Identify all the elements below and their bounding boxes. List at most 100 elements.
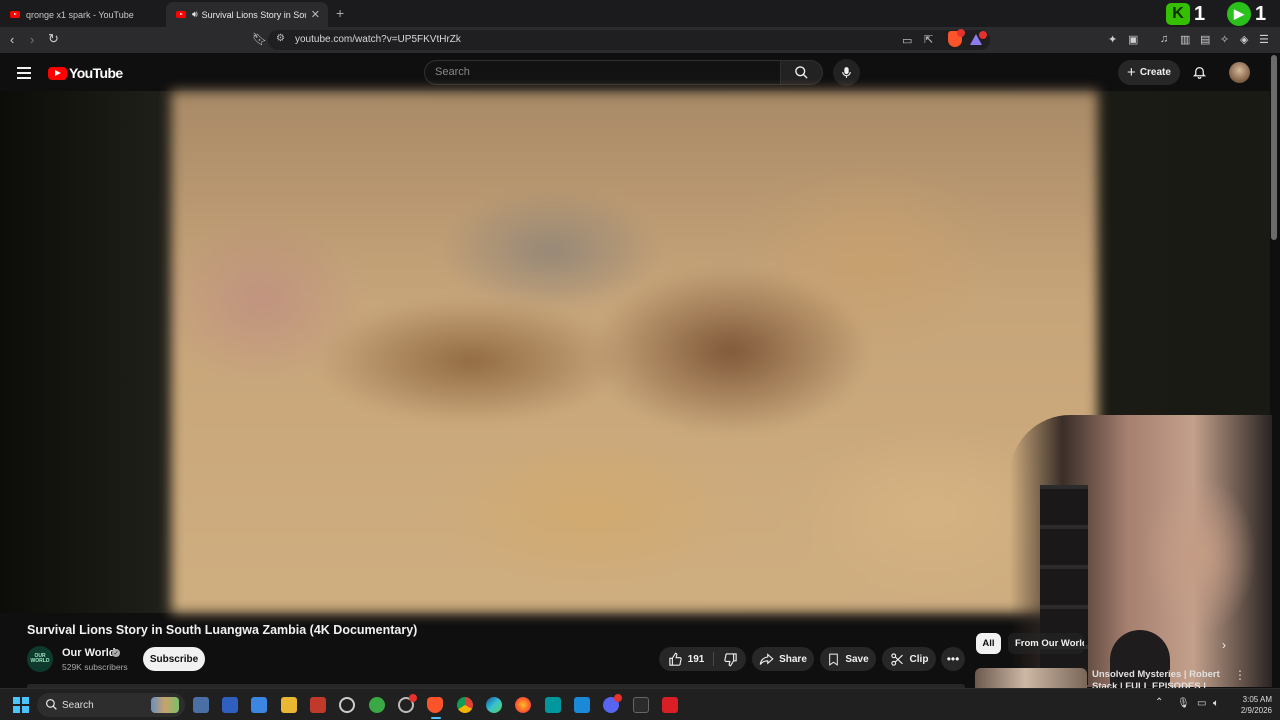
more-actions-button[interactable]: ••• — [941, 647, 965, 671]
close-tab-icon[interactable]: ✕ — [311, 8, 320, 21]
chip-all[interactable]: All — [976, 633, 1001, 654]
chip-from-channel[interactable]: From Our World — [1008, 633, 1084, 654]
menu-icon[interactable]: ☰ — [1259, 33, 1269, 46]
extension-counter-2[interactable]: ▶ 1 — [1227, 2, 1267, 26]
like-dislike-group: 191 — [659, 647, 746, 671]
forward-icon[interactable]: › — [30, 32, 34, 47]
edge-icon[interactable] — [486, 697, 502, 713]
extension-counter-1[interactable]: K 1 — [1166, 3, 1205, 25]
account-avatar[interactable] — [1229, 62, 1250, 83]
taskbar-clock[interactable]: 3:05 AM 2/9/2026 — [1232, 694, 1272, 716]
file-explorer-icon[interactable] — [281, 697, 297, 713]
brave-browser-icon[interactable] — [427, 697, 443, 713]
scissors-icon — [890, 652, 903, 666]
extension-count: 1 — [1255, 2, 1267, 25]
vpn-icon[interactable]: ◈ — [1240, 33, 1248, 46]
extensions-icon[interactable]: ✦ — [1108, 33, 1117, 46]
tab-title: qronge x1 spark - YouTube — [26, 9, 134, 20]
taskbar-search-label: Search — [62, 699, 94, 711]
windows-taskbar: Search ⌃ 🎙︎ ▭ 🔈︎ 3:05 AM 2/9/2026 — [0, 688, 1280, 720]
back-icon[interactable]: ‹ — [10, 32, 14, 47]
notification-badge — [409, 694, 417, 702]
bolt-app-icon[interactable] — [662, 697, 678, 713]
play-extension-icon: ▶ — [1227, 2, 1251, 26]
microphone-icon — [842, 67, 851, 78]
search-button[interactable] — [781, 60, 823, 85]
volume-icon[interactable]: 🔈︎ — [1213, 698, 1219, 709]
leo-ai-icon[interactable]: ✧ — [1220, 33, 1229, 46]
url-text[interactable]: youtube.com/watch?v=UP5FKVtHrZk — [295, 34, 461, 45]
notification-badge — [979, 31, 987, 39]
guide-menu-icon[interactable] — [17, 67, 31, 82]
share-page-icon[interactable]: ⇱ — [924, 33, 933, 46]
cast-icon[interactable]: ▭ — [902, 34, 912, 47]
voice-search-button[interactable] — [833, 59, 860, 86]
r-app-icon[interactable] — [251, 697, 267, 713]
address-bar[interactable]: 🔖︎ ⚙ youtube.com/watch?v=UP5FKVtHrZk ▭ ⇱ — [252, 30, 990, 50]
video-title: Survival Lions Story in South Luangwa Za… — [27, 623, 418, 637]
microphone-tray-icon[interactable]: 🎙︎ — [1177, 698, 1190, 709]
ghost-app-icon[interactable] — [633, 697, 649, 713]
security-app-icon[interactable] — [222, 697, 238, 713]
channel-avatar[interactable]: OUR WORLD — [27, 646, 53, 672]
webcam-shelf — [1040, 485, 1088, 685]
wallet-icon[interactable]: ▣ — [1128, 33, 1138, 46]
gpu-app-icon[interactable] — [369, 697, 385, 713]
chrome-icon[interactable] — [457, 697, 473, 713]
new-tab-button[interactable]: + — [336, 5, 344, 21]
share-label: Share — [779, 653, 807, 665]
clock-app-icon[interactable] — [339, 697, 355, 713]
sidebar-icon[interactable]: ▥ — [1180, 33, 1190, 46]
media-icon[interactable]: ♫ — [1160, 33, 1168, 45]
wallet-card-icon[interactable]: ▤ — [1200, 33, 1210, 46]
search-input[interactable] — [435, 66, 765, 78]
youtube-logo[interactable]: YouTube — [48, 65, 123, 81]
share-icon — [759, 652, 774, 665]
dislike-button[interactable] — [714, 647, 746, 671]
network-icon[interactable]: ▭ — [1197, 698, 1206, 709]
bookmark-icon[interactable]: 🔖︎ — [252, 32, 267, 46]
channel-name[interactable]: Our World — [62, 647, 116, 659]
like-count: 191 — [687, 653, 705, 665]
save-button[interactable]: Save — [820, 647, 876, 671]
vscode-icon[interactable] — [574, 697, 590, 713]
k-extension-icon: K — [1166, 3, 1190, 25]
thumbs-down-icon — [723, 652, 737, 666]
youtube-masthead: YouTube + Create — [0, 53, 1280, 91]
taskbar-search[interactable]: Search — [37, 693, 185, 717]
clock-date: 2/9/2026 — [1240, 706, 1272, 715]
page-scrollbar[interactable] — [1271, 55, 1277, 240]
cpu-app-icon[interactable] — [193, 697, 209, 713]
recommended-thumbnail[interactable] — [975, 668, 1087, 689]
extension-count: 1 — [1194, 2, 1206, 25]
clip-button[interactable]: Clip — [882, 647, 936, 671]
share-button[interactable]: Share — [752, 647, 814, 671]
video-player[interactable] — [171, 91, 1098, 613]
plus-icon: + — [1127, 64, 1136, 81]
windows-start-icon[interactable] — [13, 697, 29, 713]
arduino-icon[interactable] — [545, 697, 561, 713]
firefox-icon[interactable] — [515, 697, 531, 713]
search-box[interactable] — [424, 60, 781, 85]
site-info-icon[interactable]: ⚙ — [276, 33, 285, 44]
bell-icon — [1192, 67, 1207, 79]
youtube-favicon-icon — [10, 11, 20, 18]
chevron-up-icon[interactable]: ⌃ — [1155, 697, 1163, 708]
tab-survival-lions[interactable]: 🔊︎ Survival Lions Story in South L ✕ — [166, 2, 328, 27]
save-label: Save — [845, 653, 869, 665]
like-button[interactable]: 191 — [659, 647, 713, 671]
create-button[interactable]: + Create — [1118, 60, 1180, 85]
news-app-icon[interactable] — [310, 697, 326, 713]
clock-time: 3:05 AM — [1242, 695, 1272, 704]
thumbs-up-icon — [668, 652, 682, 666]
tab-qronge[interactable]: qronge x1 spark - YouTube — [0, 2, 166, 27]
subscribe-button[interactable]: Subscribe — [143, 647, 205, 671]
notifications-button[interactable] — [1192, 64, 1207, 85]
speaker-icon[interactable]: 🔊︎ — [192, 9, 198, 20]
kebab-menu-icon[interactable]: ⋮ — [1234, 668, 1246, 682]
chevron-right-icon[interactable]: › — [1222, 638, 1226, 652]
youtube-play-logo-icon — [48, 66, 67, 80]
browser-tab-strip: qronge x1 spark - YouTube 🔊︎ Survival Li… — [0, 0, 1280, 27]
reload-icon[interactable]: ↻ — [48, 31, 59, 47]
recommended-title[interactable]: Unsolved Mysteries | Robert Stack | FULL… — [1092, 669, 1222, 689]
